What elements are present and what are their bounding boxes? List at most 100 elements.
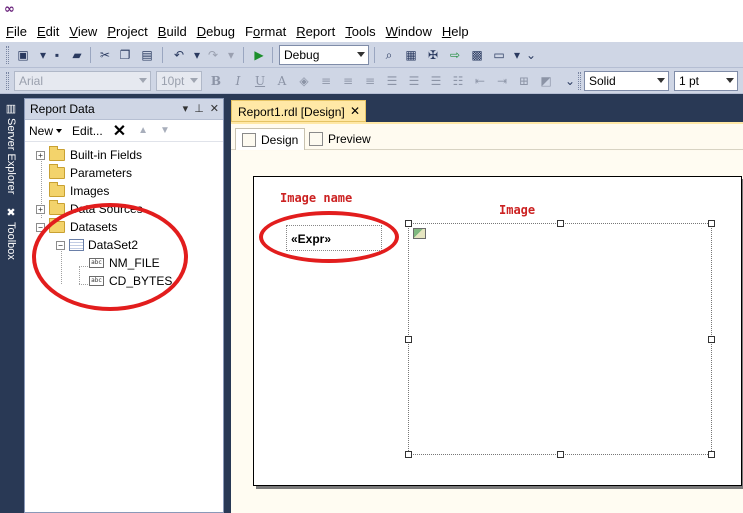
delete-icon[interactable]: ✕ [113,121,126,141]
undo-icon[interactable]: ↶ [170,46,188,64]
menu-help[interactable]: Help [436,22,473,42]
toolbox-label: Toolbox [5,222,17,260]
panel-title: Report Data [30,102,95,116]
menu-report[interactable]: Report [290,22,339,42]
cut-icon[interactable]: ✂ [96,46,114,64]
move-down-icon[interactable]: ▼ [160,125,170,136]
menu-tools[interactable]: Tools [339,22,379,42]
align-middle-icon[interactable]: ☰ [405,72,423,90]
command-window-icon[interactable]: ▭ [490,46,508,64]
toolbar-grip-icon[interactable] [6,46,9,64]
border-color-icon[interactable]: ◩ [537,72,555,90]
tab-preview[interactable]: Preview [303,128,377,150]
tree-item-parameters[interactable]: Parameters [36,164,132,182]
solution-config-select[interactable]: Debug [279,45,369,65]
italic-icon[interactable]: I [229,72,247,90]
designer-tab-strip: Design Preview [231,124,743,150]
align-center-icon[interactable]: ≡ [339,72,357,90]
align-bottom-icon[interactable]: ☰ [427,72,445,90]
solution-explorer-icon[interactable]: ▦ [402,46,420,64]
toolbar-grip-icon[interactable] [578,72,581,90]
annotation-ring-dataset [32,203,188,311]
annotation-image-name-label: Image name [280,191,353,205]
panel-options-dropdown-icon[interactable]: ▾ [183,102,189,115]
border-icon[interactable]: ⊞ [515,72,533,90]
folder-icon [49,146,65,161]
tab-design[interactable]: Design [235,128,306,150]
expand-icon[interactable]: + [36,204,45,214]
toolbar-overflow-icon[interactable]: ⌄ [522,46,540,64]
underline-icon[interactable]: U [251,72,269,90]
move-up-icon[interactable]: ▲ [138,125,148,136]
copy-icon[interactable]: ❐ [116,46,134,64]
font-color-icon[interactable]: A [273,72,291,90]
background-color-icon[interactable]: ◈ [295,72,313,90]
menu-edit[interactable]: Edit [31,22,63,42]
resize-handle[interactable] [405,336,412,343]
border-width-value: 1 pt [679,74,700,88]
document-tab-report1[interactable]: Report1.rdl [Design] ✕ [231,100,366,122]
align-right-icon[interactable]: ≡ [361,72,379,90]
resize-handle[interactable] [708,336,715,343]
toolbar-grip-icon[interactable] [6,72,9,90]
edit-button[interactable]: Edit... [72,124,103,138]
find-in-files-icon[interactable]: ⌕ [380,46,398,64]
image-report-item[interactable] [405,220,715,458]
resize-handle[interactable] [557,220,564,227]
toolbox-tab[interactable]: ✖ Toolbox [3,206,19,260]
save-icon[interactable]: ▪ [48,46,66,64]
new-project-icon[interactable]: ▣ [14,46,32,64]
toolbar-separator [90,47,91,63]
image-icon [413,228,426,239]
tree-item-label: Parameters [70,166,133,180]
menu-view[interactable]: View [63,22,101,42]
resize-handle[interactable] [708,220,715,227]
server-explorer-label: Server Explorer [5,118,17,195]
menu-debug[interactable]: Debug [191,22,239,42]
resize-handle[interactable] [557,451,564,458]
tree-item-label: Images [70,184,110,198]
paste-icon[interactable]: ▤ [138,46,156,64]
tree-item-images[interactable]: Images [36,182,109,200]
border-style-select[interactable]: Solid [584,71,669,91]
resize-handle[interactable] [708,451,715,458]
align-left-icon[interactable]: ≡ [317,72,335,90]
new-dropdown-button[interactable]: New [29,123,63,138]
server-explorer-tab[interactable]: ▥ Server Explorer [3,102,19,194]
properties-icon[interactable]: ✠ [424,46,442,64]
align-top-icon[interactable]: ☰ [383,72,401,90]
toolbox-icon[interactable]: ▩ [468,46,486,64]
tree-item-label: Built-in Fields [70,148,143,162]
preview-magnifier-icon [309,132,323,146]
save-all-icon[interactable]: ▰ [68,46,86,64]
menu-format[interactable]: Format [239,22,290,42]
menu-window[interactable]: Window [380,22,436,42]
toolbar-overflow-icon[interactable]: ⌄ [561,72,579,90]
close-icon[interactable]: ✕ [210,102,219,115]
object-browser-icon[interactable]: ⇨ [446,46,464,64]
pin-icon[interactable]: ⊥ [194,102,204,115]
font-size-select[interactable]: 10pt [156,71,202,91]
resize-handle[interactable] [405,451,412,458]
font-size-value: 10pt [161,74,185,88]
menu-file[interactable]: File [0,22,31,42]
redo-dropdown-icon[interactable]: ▾ [222,46,240,64]
menu-project[interactable]: Project [101,22,151,42]
bullet-list-icon[interactable]: ☷ [449,72,467,90]
increase-indent-icon[interactable]: ⇥ [493,72,511,90]
decrease-indent-icon[interactable]: ⇤ [471,72,489,90]
tree-item-builtin-fields[interactable]: + Built-in Fields [36,146,142,164]
start-debugging-icon[interactable]: ▶ [250,46,268,64]
resize-handle[interactable] [405,220,412,227]
new-label: New [29,123,54,138]
close-icon[interactable]: ✕ [350,104,360,118]
report-designer: Design Preview «Expr» [231,122,743,513]
redo-icon[interactable]: ↷ [204,46,222,64]
bold-icon[interactable]: B [207,72,225,90]
expand-icon[interactable]: + [36,150,45,160]
toolbox-tools-icon: ✖ [4,206,17,219]
menu-build[interactable]: Build [152,22,191,42]
font-family-value: Arial [19,74,44,88]
border-width-select[interactable]: 1 pt [674,71,738,91]
font-family-select[interactable]: Arial [14,71,151,91]
